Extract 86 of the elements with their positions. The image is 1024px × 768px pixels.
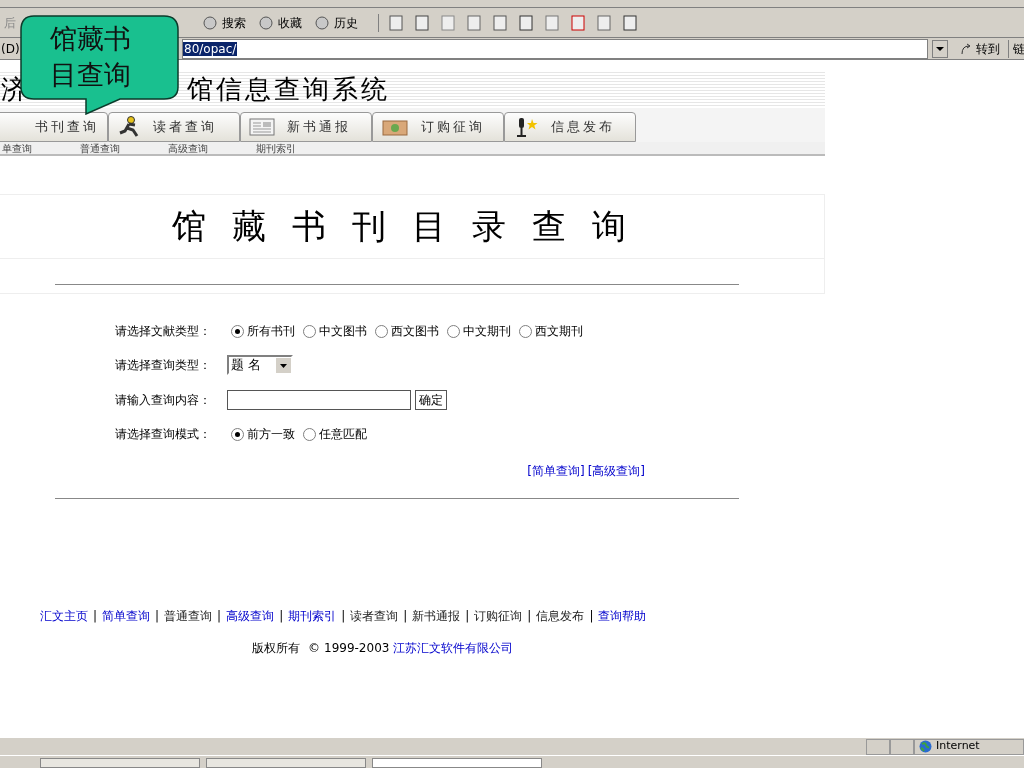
footer-link[interactable]: 信息发布 (536, 607, 585, 625)
page-heading: 馆藏书刊目录查询 (172, 205, 652, 248)
radio-label[interactable]: 西文图书 (391, 322, 439, 340)
separator: | (589, 608, 594, 625)
address-url: 80/opac/ (183, 41, 238, 56)
running-figure-icon (117, 116, 141, 138)
separator: | (93, 608, 98, 625)
toolbar-icon[interactable] (439, 13, 457, 32)
query-type-select[interactable]: 题 名 (227, 355, 293, 375)
search-mode-link[interactable]: [高级查询] (587, 462, 645, 480)
query-content-label: 请输入查询内容： (115, 392, 212, 409)
links-label[interactable]: 链 (1008, 39, 1024, 58)
copyright-text: 版权所有 (252, 640, 300, 657)
toolbar-button[interactable]: 搜索 (202, 13, 246, 32)
radio-label[interactable]: 任意匹配 (319, 425, 367, 443)
subnav-link[interactable]: 期刊索引 (256, 140, 296, 156)
radio-button[interactable] (375, 324, 388, 338)
footer-link[interactable]: 查询帮助 (598, 607, 647, 625)
radio-button[interactable] (231, 324, 244, 338)
query-mode-label: 请选择查询模式： (115, 426, 212, 443)
radio-label[interactable]: 中文期刊 (463, 322, 511, 340)
footer-link[interactable]: 高级查询 (226, 607, 275, 625)
separator: | (465, 608, 470, 625)
company-link[interactable]: 江苏汇文软件有限公司 (393, 639, 514, 657)
footer-link[interactable]: 汇文主页 (40, 607, 88, 625)
query-type-label: 请选择查询类型： (115, 357, 212, 374)
radio-label[interactable]: 西文期刊 (535, 322, 583, 340)
nav-tab[interactable]: 书刊查询 (0, 112, 108, 142)
nav-tab[interactable]: 读者查询 (108, 112, 240, 142)
toolbar-icon[interactable] (569, 13, 587, 32)
toolbar-icon[interactable] (621, 13, 639, 32)
radio-label[interactable]: 所有书刊 (247, 322, 295, 340)
callout-text: 馆藏书目查询 (50, 22, 132, 92)
go-button[interactable]: 转到 (952, 39, 1008, 58)
doc-type-label: 请选择文献类型： (115, 323, 212, 340)
separator: | (341, 608, 346, 625)
nav-tab[interactable]: 信息发布 (504, 112, 636, 142)
toolbar-button[interactable]: 历史 (314, 13, 358, 32)
copyright-years: 1999-2003 (324, 640, 390, 657)
toolbar-icon[interactable] (491, 13, 509, 32)
banner-title: 馆信息查询系统 (187, 72, 390, 106)
toolbar-icon (202, 14, 218, 31)
radio-button[interactable] (447, 324, 460, 338)
toolbar-icon[interactable] (465, 13, 483, 32)
status-panel (866, 738, 890, 755)
address-field[interactable]: 80/opac/ (182, 38, 928, 59)
separator: | (217, 608, 222, 625)
toolbar-icon[interactable] (517, 13, 535, 32)
globe-icon (919, 740, 932, 753)
toolbar-button[interactable]: 收藏 (258, 13, 302, 32)
address-label: (D) (0, 40, 21, 58)
package-icon (381, 117, 409, 137)
footer-link[interactable]: 订购征询 (474, 607, 523, 625)
radio-label[interactable]: 前方一致 (247, 425, 295, 443)
radio-label[interactable]: 中文图书 (319, 322, 367, 340)
toolbar-icon (258, 14, 274, 31)
copyright-sign: © (308, 640, 320, 657)
footer-link[interactable]: 读者查询 (350, 607, 399, 625)
toolbar-icon[interactable] (543, 13, 561, 32)
footer-link[interactable]: 普通查询 (164, 607, 213, 625)
radio-button[interactable] (303, 427, 316, 441)
toolbar-icon[interactable] (595, 13, 613, 32)
separator: | (155, 608, 160, 625)
subnav-link[interactable]: 单查询 (2, 140, 32, 156)
radio-button[interactable] (303, 324, 316, 338)
subnav-link[interactable]: 普通查询 (80, 140, 120, 156)
separator: | (527, 608, 532, 625)
separator: | (279, 608, 284, 625)
nav-tab[interactable]: 订购征询 (372, 112, 504, 142)
query-input[interactable] (227, 390, 411, 410)
toolbar-icon[interactable] (413, 13, 431, 32)
newspaper-icon (249, 117, 275, 137)
toolbar-icon (314, 14, 330, 31)
zone-label: Internet (936, 738, 980, 755)
toolbar-icon[interactable] (387, 13, 405, 32)
radio-button[interactable] (231, 427, 244, 441)
footer-link[interactable]: 期刊索引 (288, 607, 337, 625)
confirm-button[interactable]: 确定 (415, 390, 447, 410)
nav-tab[interactable]: 新书通报 (240, 112, 372, 142)
separator: | (403, 608, 408, 625)
radio-button[interactable] (519, 324, 532, 338)
footer-link[interactable]: 新书通报 (412, 607, 461, 625)
footer-link[interactable]: 简单查询 (102, 607, 151, 625)
go-arrow-icon (960, 42, 972, 55)
search-mode-link[interactable]: [简单查询] (527, 462, 585, 480)
subnav-link[interactable]: 高级查询 (168, 140, 208, 156)
